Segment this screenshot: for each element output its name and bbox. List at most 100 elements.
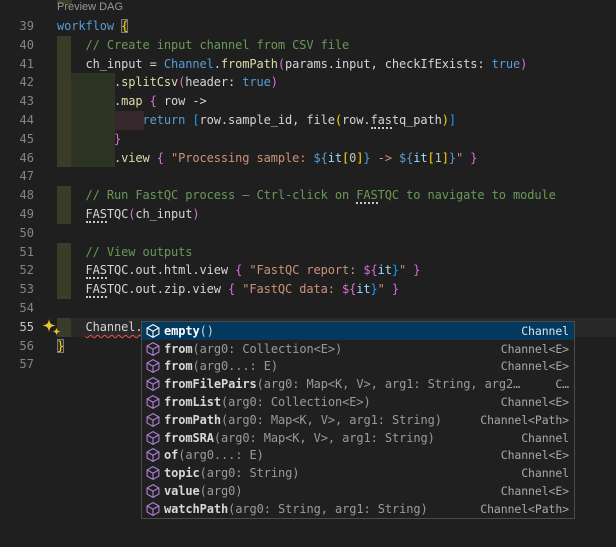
code-token: } [371,282,378,296]
code-line-content[interactable]: workflow { [57,17,616,36]
suggest-return-type: Channel [513,324,569,338]
code-token: it [328,151,342,165]
code-line-content[interactable]: // View outputs [57,243,616,262]
code-token [143,94,150,108]
line-number: 39 [0,17,34,36]
code-token: } [114,132,121,146]
method-symbol-icon [145,465,161,481]
suggest-method-args: (arg0: Map<K, V>, arg1: String, arg2… [257,377,521,391]
codelens-label[interactable]: Preview DAG [57,1,123,13]
suggest-item-fromList[interactable]: fromList(arg0: Collection<E>)Channel<E> [142,393,574,411]
code-line-content[interactable] [57,167,616,186]
code-token [57,113,143,127]
suggest-label: from(arg0: Collection<E>) [164,342,342,356]
suggest-method-args: (arg0: Collection<E>) [193,342,343,356]
code-line-content[interactable]: .splitCsv(header: true) [57,73,616,92]
codelens-preview-dag[interactable]: Preview DAG [57,1,123,16]
code-token: ] [442,151,449,165]
code-line-content[interactable]: } [57,130,616,149]
code-token: ] [449,113,456,127]
suggest-item-fromPath[interactable]: fromPath(arg0: Map<K, V>, arg1: String)C… [142,411,574,429]
suggest-item-from[interactable]: from(arg0: Collection<E>) Channel<E> [142,340,574,358]
code-line-content[interactable] [57,224,616,243]
code-line-content[interactable]: return [row.sample_id, file(row.fastq_pa… [57,111,616,130]
line-number: 54 [0,299,34,318]
suggest-return-type: Channel<E> [493,484,569,498]
code-token [385,282,392,296]
code-line-54: 54 [0,299,616,318]
code-token: ch_input [135,207,192,221]
code-line-content[interactable] [57,299,616,318]
suggest-method-name: fromList [164,395,221,409]
code-token: ) [442,113,449,127]
method-symbol-icon [145,430,161,446]
code-line-content[interactable]: FASTQC.out.html.view { "FastQC report: $… [57,261,616,280]
suggest-method-args: (arg0: String, arg1: String) [228,502,428,516]
code-token: "FastQC data: [242,282,342,296]
code-line-44: 44 return [row.sample_id, file(row.fastq… [0,111,616,130]
code-line-content[interactable]: .map { row -> [57,92,616,111]
suggest-item-fromSRA[interactable]: fromSRA(arg0: Map<K, V>, arg1: String)Ch… [142,429,574,447]
line-number: 45 [0,130,34,149]
code-token: -> [371,151,400,165]
suggest-method-args: (arg0...: E) [178,448,264,462]
suggest-item-fromFilePairs[interactable]: fromFilePairs(arg0: Map<K, V>, arg1: Str… [142,375,574,393]
code-token: row.sample_id, file [200,113,335,127]
suggest-item-empty[interactable]: empty()Channel [142,322,574,340]
suggest-return-type: Channel<E> [493,342,569,356]
sparkle-code-action-icon[interactable] [41,319,63,336]
suggest-method-name: value [164,484,200,498]
code-line-content[interactable]: ch_input = Channel.fromPath(params.input… [57,55,616,74]
line-number: 53 [0,280,34,299]
suggest-method-name: watchPath [164,502,228,516]
code-token: { [121,19,128,33]
code-line-content[interactable]: FASTQC.out.zip.view { "FastQC data: ${it… [57,280,616,299]
code-token: ch_input = [57,57,164,71]
line-number: 55 [0,318,34,337]
code-line-51: 51 // View outputs [0,243,616,262]
line-number: 48 [0,186,34,205]
code-token: ${ [363,263,377,277]
code-line-content[interactable]: .view { "Processing sample: ${it[0]} -> … [57,149,616,168]
code-token: } [413,263,420,277]
suggest-return-type: Channel [513,431,569,445]
code-token: view [121,151,150,165]
line-number: 51 [0,243,34,262]
code-token: } [57,339,64,353]
suggest-return-type: Channel<Path> [472,413,569,427]
code-line-content[interactable]: FASTQC(ch_input) [57,205,616,224]
code-token: ) [271,75,278,89]
suggest-item-watchPath[interactable]: watchPath(arg0: String, arg1: String)Cha… [142,500,574,518]
code-token: // View outputs [57,245,192,259]
suggest-method-name: from [164,359,193,373]
suggest-method-args: (arg0) [200,484,243,498]
suggest-return-type: Channel<E> [493,359,569,373]
suggest-method-args: (arg0...: E) [193,359,279,373]
suggest-item-value[interactable]: value(arg0) Channel<E> [142,482,574,500]
code-line-53: 53 FASTQC.out.zip.view { "FastQC data: $… [0,280,616,299]
suggest-item-of[interactable]: of(arg0...: E)Channel<E> [142,447,574,465]
code-token: TQC to navigate to module [378,188,556,202]
method-symbol-icon [145,412,161,428]
suggest-method-name: fromSRA [164,431,214,445]
suggest-method-args: () [200,324,214,338]
method-symbol-icon [145,376,161,392]
code-token: . [214,57,221,71]
code-line-content[interactable]: // Run FastQC process – Ctrl-click on FA… [57,186,616,205]
code-token: it [378,263,392,277]
code-line-49: 49 FASTQC(ch_input) [0,205,616,224]
method-symbol-icon [145,323,161,339]
code-token: ( [335,113,342,127]
vscode-editor: { "codelens": { "label": "Preview DAG" }… [0,0,616,547]
code-token: TQC.out.html.view [107,263,235,277]
code-token: } [363,151,370,165]
code-token: tq_path [392,113,442,127]
code-line-46: 46 .view { "Processing sample: ${it[0]} … [0,149,616,168]
code-token: it [413,151,427,165]
suggest-item-from[interactable]: from(arg0...: E) Channel<E> [142,358,574,376]
suggest-item-topic[interactable]: topic(arg0: String)Channel [142,464,574,482]
suggest-method-name: from [164,342,193,356]
code-line-content[interactable]: // Create input channel from CSV file [57,36,616,55]
code-line-42: 42 .splitCsv(header: true) [0,73,616,92]
suggest-label: fromList(arg0: Collection<E>) [164,395,371,409]
